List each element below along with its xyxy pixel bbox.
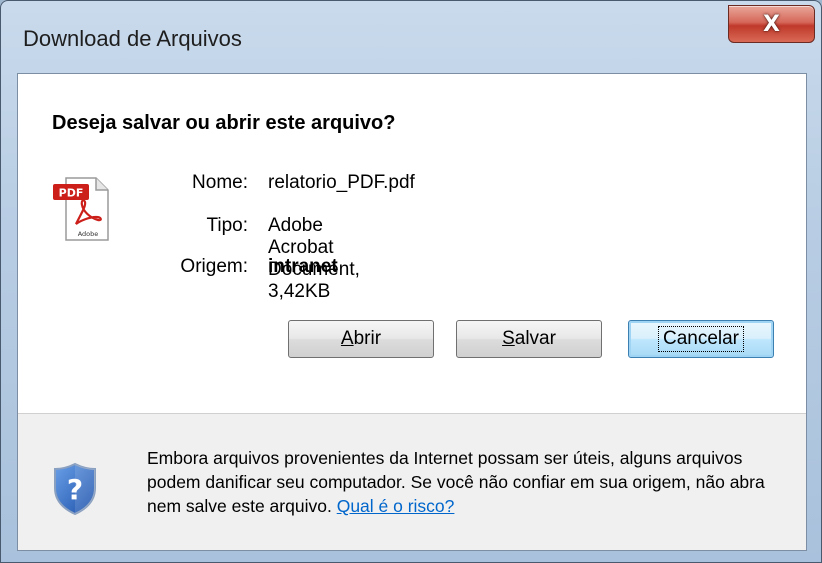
security-warning-panel: ? Embora arquivos provenientes da Intern… bbox=[18, 414, 806, 550]
cancel-button-label: Cancelar bbox=[657, 326, 745, 352]
dialog-client-area: Deseja salvar ou abrir este arquivo? PDF… bbox=[17, 73, 807, 551]
download-dialog-window: Download de Arquivos X Deseja salvar ou … bbox=[0, 0, 822, 563]
close-icon: X bbox=[763, 11, 780, 37]
dialog-question: Deseja salvar ou abrir este arquivo? bbox=[52, 112, 396, 134]
svg-text:?: ? bbox=[67, 473, 83, 506]
window-title: Download de Arquivos bbox=[23, 26, 242, 51]
close-button[interactable]: X bbox=[728, 5, 815, 43]
file-origin-label: Origem: bbox=[180, 256, 248, 277]
file-name-label: Nome: bbox=[192, 172, 248, 193]
open-mnemonic: A bbox=[340, 328, 354, 349]
open-button-label: Abrir bbox=[341, 328, 381, 350]
save-mnemonic: S bbox=[502, 328, 515, 349]
open-button[interactable]: Abrir bbox=[288, 320, 434, 358]
save-button[interactable]: Salvar bbox=[456, 320, 602, 358]
cancel-button[interactable]: Cancelar bbox=[628, 320, 774, 358]
file-origin-value: intranet bbox=[268, 256, 338, 277]
file-name-value: relatorio_PDF.pdf bbox=[268, 172, 415, 193]
save-button-label: Salvar bbox=[502, 328, 556, 350]
warning-message: Embora arquivos provenientes da Internet… bbox=[147, 448, 765, 516]
title-bar[interactable]: Download de Arquivos X bbox=[1, 1, 821, 71]
file-type-label: Tipo: bbox=[206, 215, 248, 236]
risk-link[interactable]: Qual é o risco? bbox=[337, 496, 455, 516]
save-label-rest: alvar bbox=[514, 328, 556, 349]
open-label-rest: brir bbox=[353, 328, 382, 349]
security-warning-text: Embora arquivos provenientes da Internet… bbox=[147, 446, 787, 518]
shield-question-icon: ? bbox=[54, 462, 96, 516]
